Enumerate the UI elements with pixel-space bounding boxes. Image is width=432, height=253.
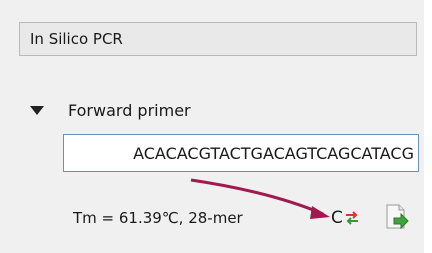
swap-arrows-icon — [345, 211, 358, 225]
complement-label: C — [331, 208, 343, 228]
in-silico-pcr-panel: In Silico PCR Forward primer Tm = 61.39℃… — [0, 0, 424, 253]
export-document-button[interactable] — [384, 203, 410, 231]
melting-temperature-text: Tm = 61.39℃, 28-mer — [73, 209, 243, 227]
forward-primer-header[interactable]: Forward primer — [30, 98, 191, 122]
panel-title: In Silico PCR — [19, 22, 417, 56]
complement-swap-button[interactable]: C — [331, 206, 360, 230]
forward-primer-label: Forward primer — [68, 100, 191, 120]
document-arrow-icon — [386, 204, 409, 230]
forward-primer-sequence-input[interactable] — [63, 134, 419, 172]
expand-triangle-icon[interactable] — [30, 105, 44, 115]
